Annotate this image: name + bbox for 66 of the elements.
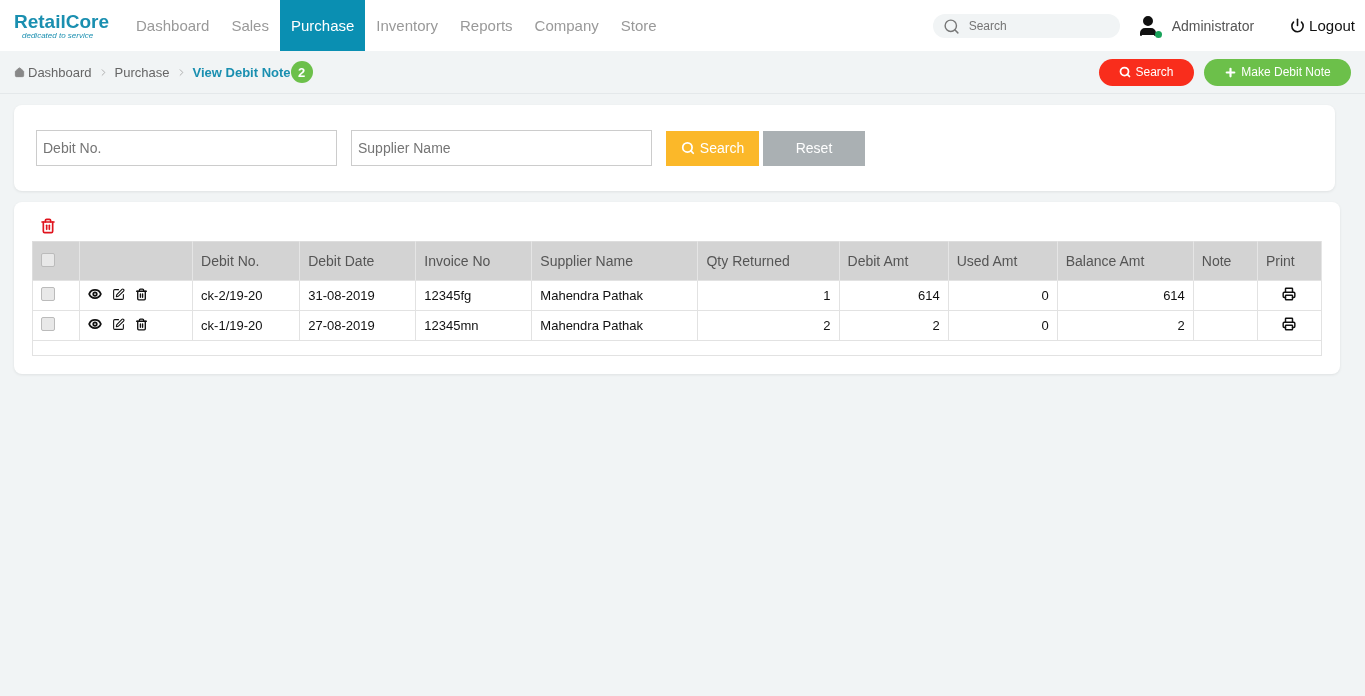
nav-tab[interactable]: Purchase	[279, 0, 366, 51]
brand-name: RetailCore	[14, 11, 110, 31]
column-header: Balance Amt	[1057, 241, 1194, 281]
nav-tab[interactable]: Sales	[220, 0, 280, 51]
table-cell: 614	[839, 280, 949, 311]
checkbox[interactable]	[41, 317, 55, 331]
power-icon	[1290, 18, 1306, 33]
view-icon[interactable]	[88, 287, 103, 301]
column-header: Debit Date	[299, 241, 416, 281]
table-cell: 2	[1057, 310, 1194, 341]
nav-tab[interactable]: Dashboard	[125, 0, 221, 51]
search-field[interactable]: Search	[932, 13, 1120, 38]
column-header: Print	[1257, 241, 1322, 281]
table-cell: 614	[1057, 280, 1194, 311]
checkbox[interactable]	[41, 287, 55, 301]
logout-link[interactable]: Logout	[1290, 0, 1355, 51]
table-cell: 12345mn	[415, 310, 532, 341]
column-header: Supplier Name	[531, 241, 698, 281]
table-cell: 27-08-2019	[299, 310, 416, 341]
make-debit-note-button[interactable]: Make Debit Note	[1204, 58, 1351, 86]
nav-tab[interactable]: Inventory	[365, 0, 450, 51]
user-name[interactable]: Administrator	[1171, 17, 1255, 34]
checkbox[interactable]	[41, 252, 55, 267]
brand-tagline: dedicated to service	[21, 30, 95, 40]
table-cell: 2	[697, 310, 840, 341]
table-cell: 0	[948, 310, 1058, 341]
column-header: Qty Returned	[697, 241, 840, 281]
column-header: Invoice No	[415, 241, 532, 281]
nav-tab[interactable]: Store	[609, 0, 668, 51]
column-header: Note	[1193, 241, 1258, 281]
table-cell: 31-08-2019	[299, 280, 416, 311]
nav-tab[interactable]: Reports	[449, 0, 524, 51]
table-cell: 12345fg	[415, 280, 532, 311]
table-cell: ck-2/19-20	[192, 280, 300, 311]
reset-button[interactable]: Reset	[763, 130, 865, 166]
input-field[interactable]: Debit No.	[36, 130, 337, 166]
edit-icon[interactable]	[112, 318, 126, 331]
search-icon	[680, 141, 695, 155]
column-header: Debit No.	[192, 241, 300, 281]
home-icon	[14, 66, 25, 78]
print-icon[interactable]	[1282, 317, 1297, 331]
search-icon	[1119, 66, 1132, 78]
plus-icon	[1224, 65, 1238, 79]
search-button[interactable]: Search	[666, 130, 759, 166]
brand-logo[interactable]: RetailCore dedicated to service	[14, 0, 110, 51]
count-badge: 2	[290, 61, 313, 83]
table-cell: Mahendra Pathak	[531, 280, 698, 311]
column-header: Used Amt	[948, 241, 1058, 281]
column-header: Debit Amt	[839, 241, 949, 281]
table-cell: Mahendra Pathak	[531, 310, 698, 341]
table-cell: 1	[697, 280, 840, 311]
view-icon[interactable]	[88, 317, 103, 331]
search-button[interactable]: Search	[1099, 58, 1194, 86]
input-field[interactable]: Supplier Name	[351, 130, 652, 166]
nav-tab[interactable]: Company	[523, 0, 610, 51]
breadcrumb-link[interactable]: Dashboard	[28, 64, 92, 80]
table-cell: ck-1/19-20	[192, 310, 300, 341]
breadcrumb-link[interactable]: View Debit Note	[192, 64, 291, 80]
table-cell: 2	[839, 310, 949, 341]
edit-icon[interactable]	[112, 288, 126, 301]
print-icon[interactable]	[1282, 287, 1297, 301]
breadcrumb-link[interactable]: Purchase	[114, 64, 170, 80]
delete-icon[interactable]	[135, 288, 149, 301]
table-cell: 0	[948, 280, 1058, 311]
delete-icon[interactable]	[135, 318, 149, 331]
search-icon	[942, 17, 960, 35]
